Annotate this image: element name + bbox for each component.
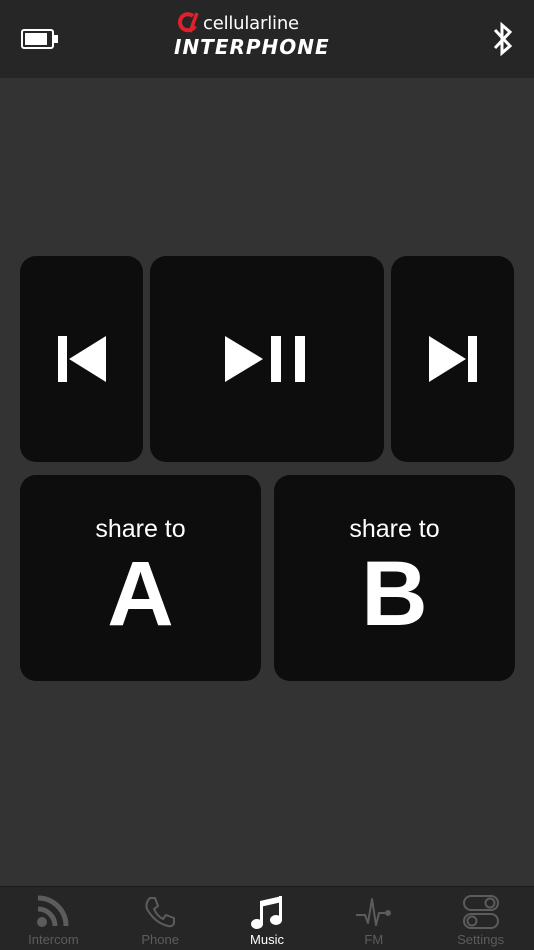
tab-fm[interactable]: FM xyxy=(320,887,427,950)
bottom-tab-bar: Intercom Phone Music FM Settings xyxy=(0,886,534,950)
cellularline-mark-icon xyxy=(178,12,199,33)
logo-product-text: INTERPHONE xyxy=(174,35,330,59)
share-to-a-button[interactable]: share to A xyxy=(20,475,261,681)
share-to-a-caption: share to xyxy=(95,515,186,543)
phone-icon xyxy=(145,897,176,928)
battery-icon xyxy=(21,29,58,49)
tab-music-label: Music xyxy=(250,932,284,947)
share-to-b-button[interactable]: share to B xyxy=(274,475,515,681)
share-to-b-target: B xyxy=(361,543,428,645)
skip-next-icon xyxy=(428,336,477,382)
bluetooth-icon[interactable] xyxy=(488,20,518,58)
tab-intercom-label: Intercom xyxy=(28,932,79,947)
fm-wave-icon xyxy=(355,898,391,926)
music-note-icon xyxy=(250,896,282,929)
tab-phone[interactable]: Phone xyxy=(107,887,214,950)
tab-phone-label: Phone xyxy=(141,932,179,947)
tab-music[interactable]: Music xyxy=(214,887,321,950)
tab-fm-label: FM xyxy=(364,932,384,947)
play-pause-icon xyxy=(225,336,305,382)
share-to-a-target: A xyxy=(107,543,174,645)
play-pause-button[interactable] xyxy=(150,256,384,462)
skip-previous-icon xyxy=(57,336,106,382)
intercom-icon xyxy=(37,895,69,927)
tab-intercom[interactable]: Intercom xyxy=(0,887,107,950)
logo-brand-text: cellularline xyxy=(203,12,299,34)
tab-settings-label: Settings xyxy=(457,932,505,947)
share-to-b-caption: share to xyxy=(349,515,440,543)
cellularline-interphone-logo: cellularline INTERPHONE xyxy=(172,8,362,70)
settings-toggles-icon xyxy=(462,895,499,929)
next-track-button[interactable] xyxy=(391,256,514,462)
previous-track-button[interactable] xyxy=(20,256,143,462)
tab-settings[interactable]: Settings xyxy=(427,887,534,950)
top-bar: cellularline INTERPHONE xyxy=(0,0,534,78)
